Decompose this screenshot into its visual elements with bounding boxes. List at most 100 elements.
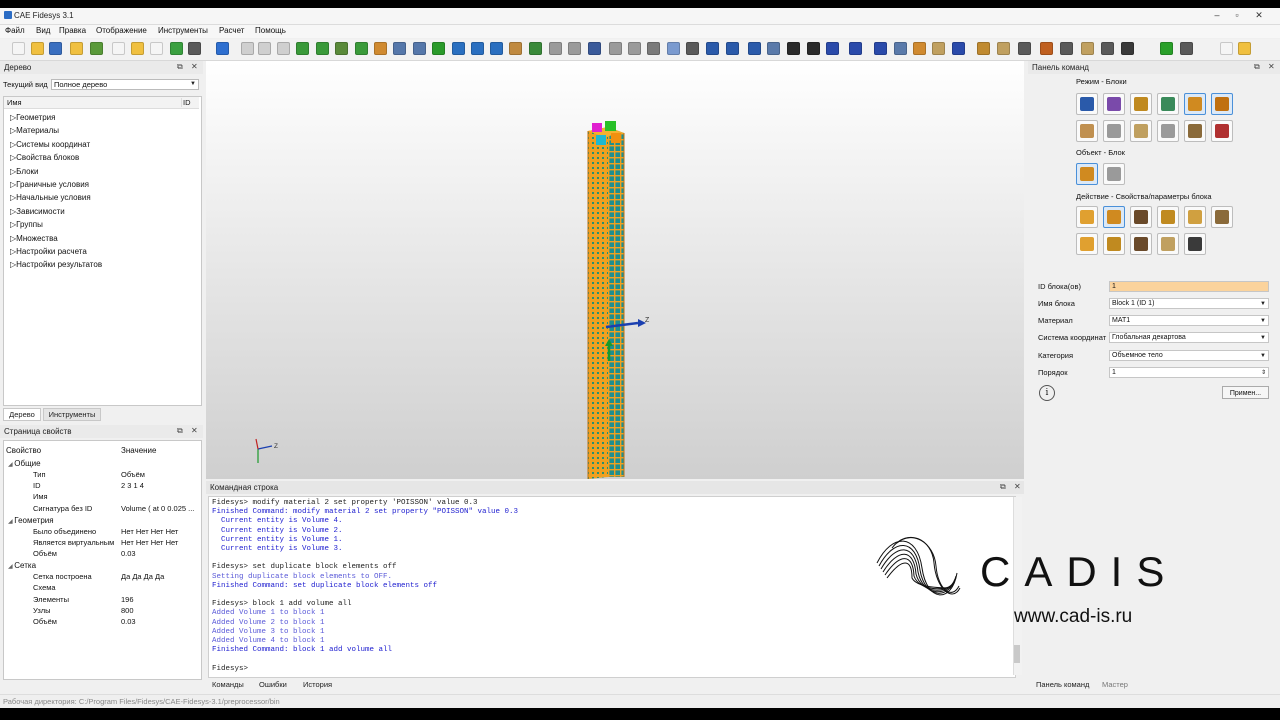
toolbar-button-icon[interactable] — [31, 42, 44, 55]
toolbar-button-icon[interactable] — [1101, 42, 1114, 55]
toolbar-button-icon[interactable] — [807, 42, 820, 55]
toolbar-button-icon[interactable] — [413, 42, 426, 55]
toolbar-button-icon[interactable] — [767, 42, 780, 55]
right-panel-tool-icon[interactable] — [1103, 120, 1125, 142]
tree-close-icon[interactable]: ✕ — [191, 62, 198, 71]
cmd-close-icon[interactable]: ✕ — [1014, 482, 1021, 491]
toolbar-button-icon[interactable] — [188, 42, 201, 55]
toolbar-button-icon[interactable] — [393, 42, 406, 55]
toolbar-button-icon[interactable] — [1238, 42, 1251, 55]
toolbar-button-icon[interactable] — [568, 42, 581, 55]
toolbar-button-icon[interactable] — [471, 42, 484, 55]
tab-commands[interactable]: Команды — [212, 680, 244, 689]
tree-item-blocks[interactable]: ▷Блоки — [10, 166, 39, 178]
right-panel-tool-icon[interactable] — [1076, 120, 1098, 142]
tab-wizard[interactable]: Мастер — [1102, 680, 1128, 689]
toolbar-button-icon[interactable] — [1018, 42, 1031, 55]
toolbar-button-icon[interactable] — [913, 42, 926, 55]
toolbar-button-icon[interactable] — [588, 42, 601, 55]
toolbar-button-icon[interactable] — [490, 42, 503, 55]
toolbar-button-icon[interactable] — [686, 42, 699, 55]
right-panel-tool-icon[interactable] — [1157, 93, 1179, 115]
toolbar-button-icon[interactable] — [90, 42, 103, 55]
toolbar-button-icon[interactable] — [667, 42, 680, 55]
toolbar-button-icon[interactable] — [1040, 42, 1053, 55]
right-panel-tool-icon[interactable] — [1130, 120, 1152, 142]
cmd-float-icon[interactable]: ⧉ — [1000, 482, 1006, 492]
maximize-icon[interactable]: ▫ — [1230, 10, 1244, 20]
right-panel-tool-icon[interactable] — [1103, 163, 1125, 185]
chevron-down-icon[interactable]: ▼ — [1260, 316, 1266, 326]
props-float-icon[interactable]: ⧉ — [177, 426, 183, 436]
toolbar-button-icon[interactable] — [1121, 42, 1134, 55]
tree-item-block-props[interactable]: ▷Свойства блоков — [10, 152, 79, 164]
tab-history[interactable]: История — [303, 680, 332, 689]
right-panel-tool-icon[interactable] — [1103, 93, 1125, 115]
menu-edit[interactable]: Правка — [59, 26, 86, 35]
menu-display[interactable]: Отображение — [96, 26, 147, 35]
mesh-column[interactable] — [587, 121, 625, 479]
close-icon[interactable]: ✕ — [1252, 10, 1266, 20]
tab-errors[interactable]: Ошибки — [259, 680, 287, 689]
tree-item-initial-conditions[interactable]: ▷Начальные условия — [10, 192, 91, 204]
field-select[interactable]: Глобальная декартова ▼ — [1109, 332, 1269, 343]
toolbar-button-icon[interactable] — [874, 42, 887, 55]
toolbar-button-icon[interactable] — [726, 42, 739, 55]
right-panel-tool-icon[interactable] — [1184, 120, 1206, 142]
field-block-id-input[interactable]: 1 — [1109, 281, 1269, 292]
field-select[interactable]: Объемное тело ▼ — [1109, 350, 1269, 361]
toolbar-button-icon[interactable] — [335, 42, 348, 55]
tree-item-dependencies[interactable]: ▷Зависимости — [10, 206, 65, 218]
toolbar-button-icon[interactable] — [549, 42, 562, 55]
right-panel-tool-icon[interactable] — [1211, 93, 1233, 115]
toolbar-button-icon[interactable] — [277, 42, 290, 55]
current-view-select[interactable]: Полное дерево ▼ — [51, 79, 199, 90]
toolbar-button-icon[interactable] — [932, 42, 945, 55]
right-panel-tool-icon[interactable] — [1184, 233, 1206, 255]
right-panel-tool-icon[interactable] — [1076, 233, 1098, 255]
toolbar-button-icon[interactable] — [131, 42, 144, 55]
toolbar-button-icon[interactable] — [216, 42, 229, 55]
toolbar-button-icon[interactable] — [509, 42, 522, 55]
field-order-spinner[interactable]: 1 ⇕ — [1109, 367, 1269, 378]
menu-file[interactable]: Файл — [5, 26, 25, 35]
chevron-down-icon[interactable]: ▼ — [1260, 299, 1266, 309]
menu-view[interactable]: Вид — [36, 26, 50, 35]
toolbar-button-icon[interactable] — [452, 42, 465, 55]
tree-item-calc-settings[interactable]: ▷Настройки расчета — [10, 246, 87, 258]
right-panel-tool-icon[interactable] — [1157, 206, 1179, 228]
tab-tree[interactable]: Дерево — [3, 408, 41, 421]
right-panel-tool-icon[interactable] — [1130, 206, 1152, 228]
tree-item-boundary-conditions[interactable]: ▷Граничные условия — [10, 179, 89, 191]
toolbar-button-icon[interactable] — [977, 42, 990, 55]
right-panel-tool-icon[interactable] — [1184, 93, 1206, 115]
chevron-down-icon[interactable]: ▼ — [1260, 351, 1266, 361]
props-close-icon[interactable]: ✕ — [191, 426, 198, 435]
toolbar-button-icon[interactable] — [894, 42, 907, 55]
field-select[interactable]: MAT1 ▼ — [1109, 315, 1269, 326]
tree-item-groups[interactable]: ▷Группы — [10, 219, 43, 231]
toolbar-button-icon[interactable] — [316, 42, 329, 55]
toolbar-button-icon[interactable] — [1160, 42, 1173, 55]
chevron-down-icon[interactable]: ▼ — [1260, 333, 1266, 343]
tree-item-sets[interactable]: ▷Множества — [10, 233, 58, 245]
right-panel-tool-icon[interactable] — [1076, 163, 1098, 185]
toolbar-button-icon[interactable] — [355, 42, 368, 55]
toolbar-button-icon[interactable] — [170, 42, 183, 55]
toolbar-button-icon[interactable] — [952, 42, 965, 55]
toolbar-button-icon[interactable] — [706, 42, 719, 55]
toolbar-button-icon[interactable] — [112, 42, 125, 55]
right-close-icon[interactable]: ✕ — [1268, 62, 1275, 71]
right-panel-tool-icon[interactable] — [1076, 93, 1098, 115]
toolbar-button-icon[interactable] — [49, 42, 62, 55]
toolbar-button-icon[interactable] — [374, 42, 387, 55]
right-panel-tool-icon[interactable] — [1157, 233, 1179, 255]
toolbar-button-icon[interactable] — [1081, 42, 1094, 55]
right-panel-tool-icon[interactable] — [1076, 206, 1098, 228]
right-panel-tool-icon[interactable] — [1103, 206, 1125, 228]
toolbar-button-icon[interactable] — [150, 42, 163, 55]
tree-item-geometry[interactable]: ▷Геометрия — [10, 112, 55, 124]
right-panel-tool-icon[interactable] — [1211, 120, 1233, 142]
info-icon[interactable]: i — [1039, 385, 1055, 401]
toolbar-button-icon[interactable] — [647, 42, 660, 55]
